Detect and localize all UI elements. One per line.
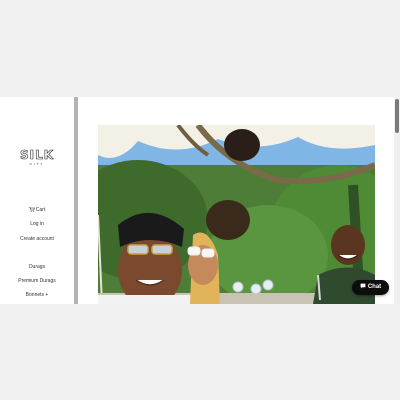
cart-label: Cart — [35, 207, 46, 213]
nav-item-durags[interactable]: Durags — [0, 264, 74, 271]
logo-mark: SILK — [19, 148, 55, 162]
cart-link[interactable]: Cart — [0, 207, 74, 214]
sidebar: SILK CITY Cart Log in Create account Dur… — [0, 97, 74, 304]
nav-item-premium-durags[interactable]: Premium Durags — [0, 278, 74, 285]
login-link[interactable]: Log in — [0, 221, 74, 228]
chat-label: Chat — [367, 284, 382, 290]
cart-icon — [28, 207, 35, 212]
page-scrollbar-thumb[interactable] — [395, 99, 399, 133]
chat-button[interactable]: Chat — [352, 280, 389, 295]
main-content — [78, 97, 394, 304]
logo-subtitle: CITY — [29, 162, 45, 166]
create-account-link[interactable]: Create account — [0, 236, 74, 243]
site-logo[interactable]: SILK CITY — [8, 148, 66, 167]
photo-illustration — [98, 125, 375, 304]
featured-photo — [98, 125, 375, 304]
nav-item-bonnets[interactable]: Bonnets + — [0, 292, 74, 299]
chat-bubble-icon — [360, 283, 366, 289]
page-stage: SILK CITY Cart Log in Create account Dur… — [0, 97, 400, 304]
page-scrollbar[interactable] — [394, 97, 400, 304]
